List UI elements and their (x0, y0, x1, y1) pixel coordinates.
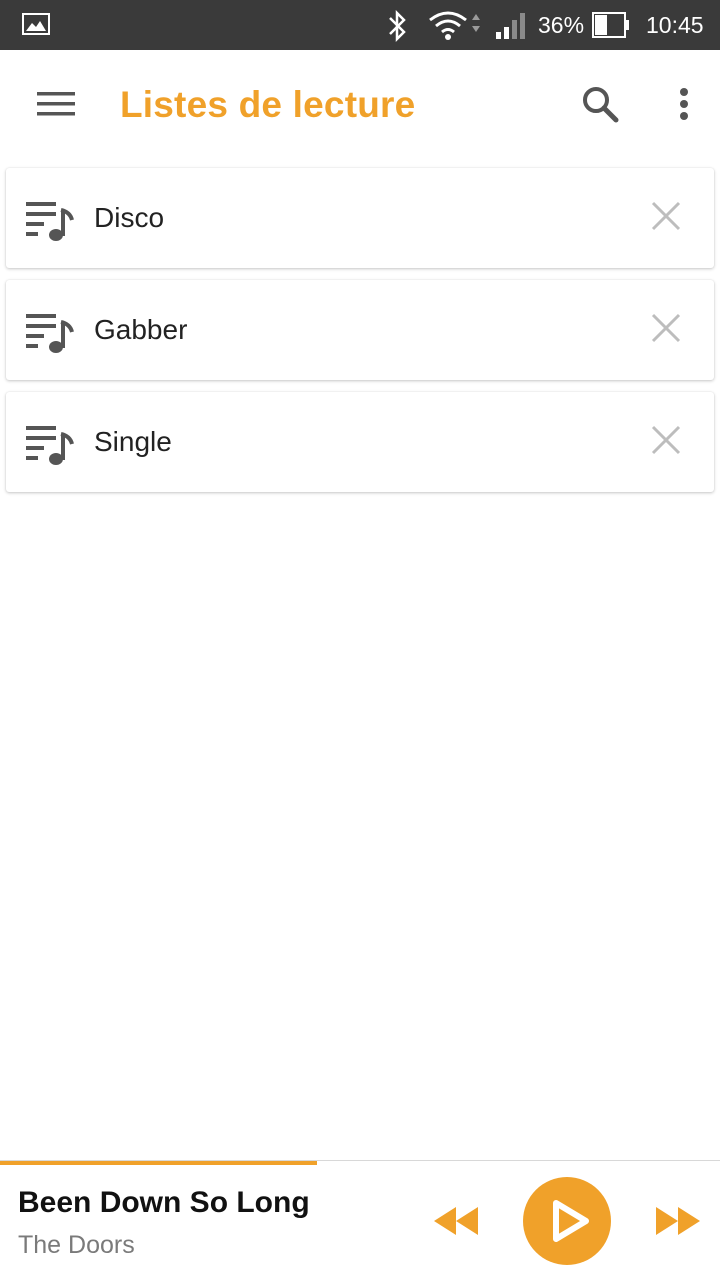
search-icon (576, 87, 624, 132)
signal-icon (494, 12, 528, 45)
playlist-music-icon (24, 422, 76, 471)
playback-progress (0, 1161, 720, 1165)
playlist-list: Disco Gabber Single (6, 168, 714, 504)
remove-playlist-button[interactable] (646, 420, 686, 460)
remove-playlist-button[interactable] (646, 308, 686, 348)
page-title: Listes de lecture (120, 84, 416, 125)
fast-forward-icon (652, 1207, 702, 1243)
playlist-name: Single (94, 426, 172, 457)
battery-icon (592, 12, 630, 43)
playlist-music-icon (24, 310, 76, 359)
remove-playlist-button[interactable] (646, 196, 686, 236)
play-button[interactable] (523, 1177, 611, 1265)
close-icon (646, 425, 686, 464)
playlist-item[interactable]: Gabber (6, 280, 714, 380)
playlist-item[interactable]: Disco (6, 168, 714, 268)
wifi-icon (428, 10, 484, 47)
status-bar: 36% 10:45 (0, 0, 720, 50)
track-title: Been Down So Long (18, 1186, 310, 1219)
menu-icon (28, 92, 84, 130)
menu-button[interactable] (28, 82, 84, 126)
playlist-name: Disco (94, 202, 165, 233)
mini-player[interactable]: Been Down So Long The Doors (0, 1160, 720, 1280)
previous-button[interactable] (432, 1203, 482, 1239)
close-icon (646, 201, 686, 240)
playlist-music-icon (24, 198, 76, 247)
playback-progress-fill (0, 1161, 317, 1165)
more-options-button[interactable] (666, 80, 702, 128)
playlist-item[interactable]: Single (6, 392, 714, 492)
play-icon (553, 1200, 589, 1242)
close-icon (646, 313, 686, 352)
playlist-name: Gabber (94, 314, 188, 345)
next-button[interactable] (652, 1203, 702, 1239)
search-button[interactable] (576, 80, 624, 128)
clock: 10:45 (646, 12, 704, 38)
rewind-icon (432, 1207, 482, 1243)
more-vert-icon (666, 88, 702, 132)
bluetooth-icon (386, 8, 410, 49)
app-bar: Listes de lecture (0, 50, 720, 162)
battery-percent: 36% (538, 12, 585, 38)
track-artist: The Doors (18, 1231, 135, 1259)
gallery-icon (22, 13, 50, 40)
